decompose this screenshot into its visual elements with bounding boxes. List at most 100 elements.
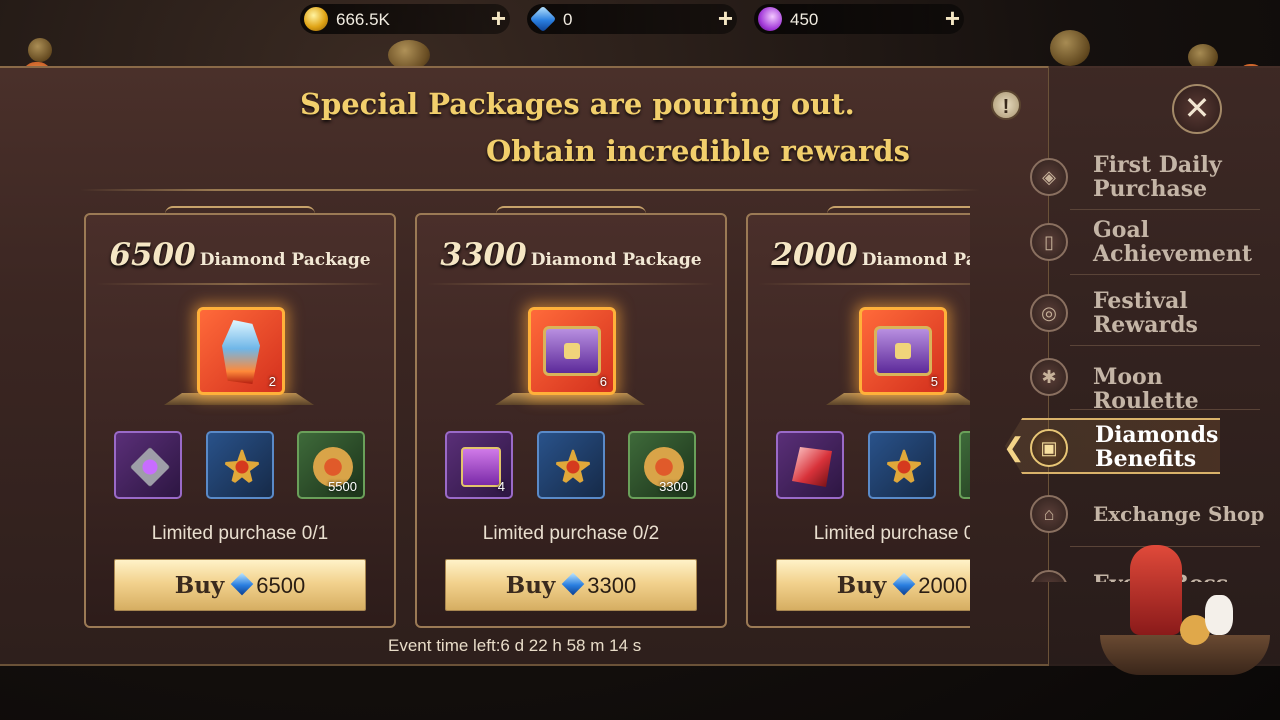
diamond-currency: 0 + [527,4,737,34]
package-title: 2000Diamond Package [748,237,970,273]
main-reward-item[interactable]: 2 [197,307,285,395]
buy-button[interactable]: Buy 6500 [114,559,366,611]
main-reward-item[interactable]: 6 [528,307,616,395]
sidebar-item-festival-rewards[interactable]: ◎ Festival Rewards [1030,284,1270,346]
star-medal-icon [884,447,924,487]
card-divider [96,283,384,285]
sidebar-item-label: Goal Achievement [1093,217,1253,267]
buy-button[interactable]: Buy 3300 [445,559,697,611]
reward-item[interactable] [114,431,182,499]
gold-amount: 666.5K [336,10,390,29]
sidebar-item-label: Exchange Shop [1093,502,1265,526]
sidebar-item-diamonds-benefits[interactable]: ▣ Diamonds Benefits [1030,419,1270,479]
card-divider [427,283,715,285]
package-label: Diamond Package [199,250,371,270]
diamond-icon [892,572,916,596]
coin-decoration [28,38,52,62]
package-card: 2000Diamond Package 5 Limited purchase 0… [746,206,970,628]
item-quantity: 3300 [659,479,688,494]
sidebar-item-first-daily-purchase[interactable]: ◈ First Daily Purchase [1030,148,1270,210]
red-gem-icon [792,447,832,487]
bunny-character [1205,595,1233,635]
card-cap [496,206,646,220]
hero-character [1130,545,1182,635]
item-quantity: 4 [497,479,505,494]
active-arrow-icon: ❮ [1003,432,1025,462]
item-quantity: 5500 [328,479,357,494]
sidebar-divider [1070,209,1260,210]
reward-item[interactable]: 4 [445,431,513,499]
headline-line1: Special Packages are pouring out. [300,87,855,121]
coin-decoration [1050,30,1090,66]
moon-currency: 450 + [754,4,964,34]
package-label: Diamond Package [530,250,702,270]
package-amount: 6500 [109,237,196,273]
purchase-limit: Limited purchase 0/1 [151,523,329,544]
buy-label: Buy [174,572,225,599]
sidebar-item-label: First Daily Purchase [1093,152,1222,202]
card-cap [165,206,315,220]
purchase-limit: Limited purchase 0/2 [813,523,970,544]
sidebar-item-label: Diamonds Benefits [1095,422,1219,472]
moon-token-icon [758,7,782,31]
item-quantity: 5 [930,374,938,389]
sidebar-item-moon-roulette[interactable]: ✱ Moon Roulette [1030,348,1270,413]
reward-item[interactable] [868,431,936,499]
treasure-chest-icon [543,326,601,376]
reward-item[interactable] [959,431,970,499]
card-icon: ▯ [1030,223,1068,261]
card-divider [758,283,970,285]
sidebar-item-goal-achievement[interactable]: ▯ Goal Achievement [1030,213,1270,275]
package-title: 6500 Diamond Package [86,237,394,273]
star-medal-icon [553,447,593,487]
package-list[interactable]: 6500 Diamond Package 2 5500 Limited purch… [80,205,970,630]
event-countdown: Event time left:6 d 22 h 58 m 14 s [388,636,642,655]
crystal-icon [222,320,260,384]
star-medal-icon [222,447,262,487]
info-button[interactable]: ! [991,90,1021,120]
sidebar-divider [1070,409,1260,410]
moon-amount: 450 [790,10,819,29]
sidebar-divider [1070,345,1260,346]
sidebar-item-exchange-shop[interactable]: ⌂ Exchange Shop [1030,485,1270,547]
diamond-icon [561,572,585,596]
buy-label: Buy [505,572,556,599]
reward-item[interactable] [206,431,274,499]
buy-button[interactable]: Buy 2000 [776,559,970,611]
roulette-icon: ✱ [1030,358,1068,396]
package-amount: 2000 [771,237,858,273]
reward-item[interactable] [537,431,605,499]
package-title: 3300 Diamond Package [417,237,725,273]
header-divider [80,189,980,191]
close-button[interactable]: ✕ [1172,84,1222,134]
currency-bar: 666.5K + 0 + 450 + [300,4,980,36]
sidebar-divider [1070,274,1260,275]
reward-item[interactable]: 3300 [628,431,696,499]
gold-currency: 666.5K + [300,4,510,34]
boss-icon: ♛ [1030,570,1068,582]
item-quantity: 6 [599,374,607,389]
diamond-amount: 0 [563,10,573,29]
buy-price: 3300 [587,573,637,598]
purchase-limit: Limited purchase 0/2 [482,523,660,544]
treasure-chest-icon [874,326,932,376]
reward-item[interactable] [776,431,844,499]
shop-icon: ⌂ [1030,495,1068,533]
card-cap [827,206,970,220]
mascot-illustration [1100,545,1280,695]
diamond-icon [230,572,254,596]
item-quantity: 2 [268,374,276,389]
add-moon-button[interactable]: + [945,5,960,31]
package-amount: 3300 [440,237,527,273]
avatar-frame-icon [130,447,170,487]
reward-item[interactable]: 5500 [297,431,365,499]
reward-items: 5500 [114,431,374,501]
buy-label: Buy [836,572,887,599]
buy-price: 2000 [918,573,968,598]
add-diamond-button[interactable]: + [718,5,733,31]
gem-badge-icon: ◈ [1030,158,1068,196]
sidebar-item-label: Festival Rewards [1093,288,1198,338]
add-gold-button[interactable]: + [491,5,506,31]
lantern-icon: ◎ [1030,294,1068,332]
main-reward-item[interactable]: 5 [859,307,947,395]
